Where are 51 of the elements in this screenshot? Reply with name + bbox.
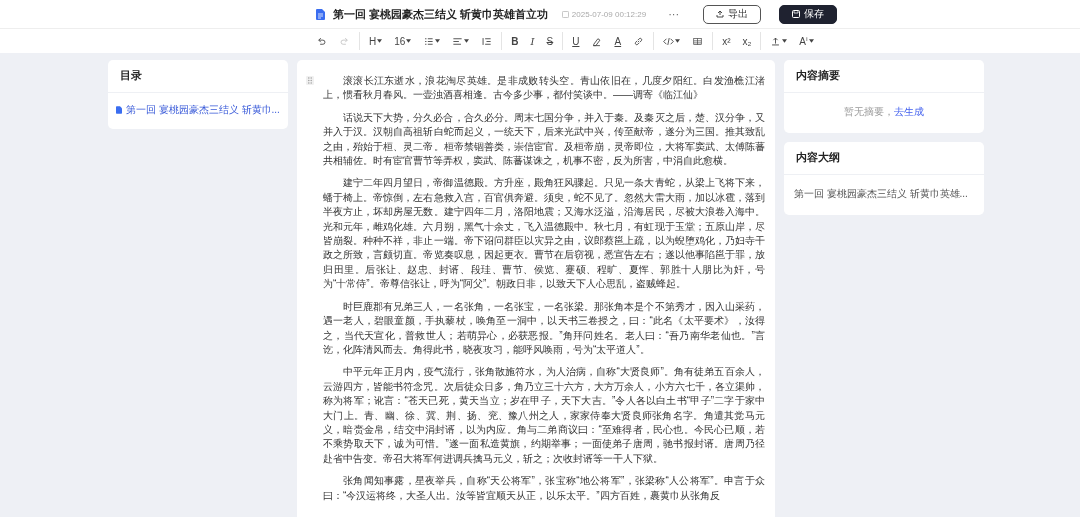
generate-link[interactable]: 去生成 (894, 106, 924, 117)
paragraph: 滚滚长江东逝水，浪花淘尽英雄。是非成败转头空。青山依旧在，几度夕阳红。白发渔樵江渚上，惯看秋月春风。一壶浊酒喜相逢。古今多少事，都付笑谈中。——调寄《临江仙》 (323, 74, 765, 103)
save-button[interactable]: 保存 (779, 4, 838, 24)
table-icon (692, 35, 704, 47)
paragraph: 时巨鹿郡有兄弟三人，一名张角，一名张宝，一名张梁。那张角本是个不第秀才，因入山采药，遇一老人，碧眼童颜，手执藜杖，唤角至一洞中，以天书三卷授之，曰：“此名《太平要术》，汝得之，当代天宣化，普救世人；若萌异心，必获恶报。”角拜问姓名。老人曰：“吾乃南华老仙也。”言讫，化阵清风而去。角得此书，晓夜攻习，能呼风唤雨，号为“太平道人”。 (323, 299, 765, 357)
list-icon (423, 35, 435, 47)
toolbar-strike-button[interactable]: S (543, 32, 557, 50)
upload-icon (770, 35, 782, 47)
save-icon (792, 10, 801, 18)
paragraph: 张角闻知事露，星夜举兵，自称“天公将军”，张宝称“地公将军”，张梁称“人公将军”。申言于众曰：“今汉运将终，大圣人出。汝等皆宜顺天从正，以乐太平。”四方百姓，裹黄巾从张角反 (323, 474, 765, 503)
document-icon (316, 8, 325, 20)
toolbar-text-button[interactable]: 16 (391, 32, 415, 50)
caret-icon (435, 39, 441, 43)
export-icon (716, 10, 725, 18)
caret-icon (406, 39, 412, 43)
toolbar-bold-button[interactable]: B (508, 32, 522, 50)
drag-handle-icon[interactable] (306, 76, 314, 85)
undo-icon (316, 35, 327, 47)
toolbar-text-button[interactable]: Aⁱ (796, 32, 817, 50)
panel-title: 目录 (108, 60, 288, 93)
redo-icon (339, 35, 350, 47)
toolbar-underline-button[interactable]: U (569, 32, 583, 50)
align-icon (452, 35, 464, 47)
document-icon (116, 106, 122, 114)
paragraph: 建宁二年四月望日，帝御温德殿。方升座，殿角狂风骤起。只见一条大青蛇，从梁上飞将下来，蟠于椅上。帝惊倒，左右急救入宫，百官俱奔避。须臾，蛇不见了。忽然大雷大雨，加以冰雹，落到半夜方止，坏却房屋无数。建宁四年二月，洛阳地震；又海水泛溢，沿海居民，尽被大浪卷入海中。光和元年，雌鸡化雄。六月朔，黑气十余丈，飞入温德殿中。秋七月，有虹现于玉堂；五原山岸，尽皆崩裂。种种不祥，非止一端。帝下诏问群臣以灾异之由，议郎蔡邕上疏，以为蜺堕鸡化，乃妇寺干政之所致，言颇切直。帝览奏叹息，因起更衣。曹节在后窃视，悉宣告左右；遂以他事陷邕于罪，放归田里。后张让、赵忠、封谞、段珪、曹节、侯览、蹇硕、程旷、夏恽、郭胜十人朋比为奸，号为“十常侍”。帝尊信张让，呼为“阿父”。朝政日非，以致天下人心思乱，盗贼蜂起。 (323, 176, 765, 292)
caret-icon (808, 39, 814, 43)
indent-icon (481, 35, 493, 47)
caret-icon (464, 39, 470, 43)
save-status-icon (561, 10, 569, 18)
empty-message: 暂无摘要， (844, 106, 894, 117)
panel-title: 内容摘要 (784, 60, 984, 93)
toc-item[interactable]: 第一回 宴桃园豪杰三结义 斩黄巾... (108, 93, 288, 129)
toolbar-color-button[interactable]: A (611, 32, 625, 50)
panel-title: 内容大纲 (784, 142, 984, 175)
highlight-icon (591, 35, 603, 47)
toolbar-text-button[interactable]: H (366, 32, 386, 50)
toolbar-text-button[interactable]: x₂ (739, 32, 755, 50)
paragraph: 中平元年正月内，疫气流行，张角散施符水，为人治病，自称“大贤良师”。角有徒弟五百余人，云游四方，皆能书符念咒。次后徒众日多，角乃立三十六方，大方万余人，小方六七千，各立渠帅，称为将军；讹言：“苍天已死，黄天当立；岁在甲子，天下大吉。”令人各以白土书“甲子”二字于家中大门上。青、幽、徐、冀、荆、扬、兖、豫八州之人，家家侍奉大贤良师张角名字。角遣其党马元义，暗赍金帛，结交中涓封谞，以为内应。角与二弟商议曰：“至难得者，民心也。今民心已顺，若不乘势取天下，诚为可惜。”遂一面私造黄旗，约期举事；一面使弟子唐周，驰书报封谞。唐周乃径赴省中告变。帝召大将军何进调兵擒马元义，斩之；次收封谞等一干人下狱。 (323, 365, 765, 466)
paragraph: 话说天下大势，分久必合，合久必分。周末七国分争，并入于秦。及秦灭之后，楚、汉分争，又并入于汉。汉朝自高祖斩白蛇而起义，一统天下，后来光武中兴，传至献帝，遂分为三国。推其致乱之由，殆始于桓、灵二帝。桓帝禁锢善类，崇信宦官。及桓帝崩，灵帝即位，大将军窦武、太傅陈蕃共相辅佐。时有宦官曹节等弄权，窦武、陈蕃谋诛之，机事不密，反为所害，中涓自此愈横。 (323, 110, 765, 169)
export-button[interactable]: 导出 (703, 4, 762, 24)
code-icon (663, 35, 675, 47)
toolbar-italic-button[interactable]: I (527, 32, 538, 50)
caret-icon (377, 39, 383, 43)
caret-icon (782, 39, 788, 43)
caret-icon (675, 39, 681, 43)
toolbar-text-button[interactable]: x² (719, 32, 734, 50)
link-icon (633, 35, 645, 47)
more-button[interactable]: ··· (668, 8, 680, 20)
saved-time: 2025-07-09 00:12:29 (571, 9, 647, 19)
outline-item[interactable]: 第一回 宴桃园豪杰三结义 斩黄巾英雄... (784, 175, 984, 215)
document-title: 第一回 宴桃园豪杰三结义 斩黄巾英雄首立功 (333, 7, 548, 21)
